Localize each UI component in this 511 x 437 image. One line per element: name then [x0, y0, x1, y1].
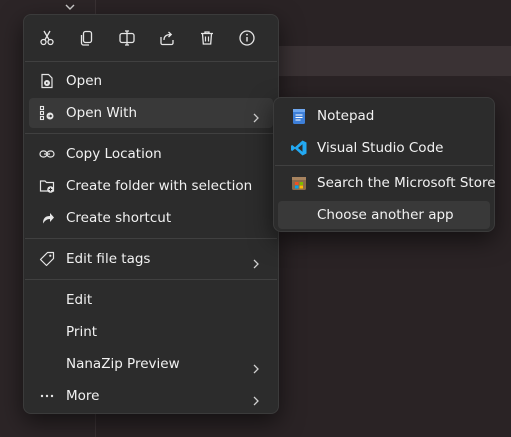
context-toolbar — [24, 15, 278, 61]
trash-icon — [201, 31, 213, 45]
open-with-menu-item[interactable]: Open With — [29, 98, 273, 128]
context-menu: Open Open With Copy Location Create fold… — [23, 14, 279, 414]
nanazip-label: NanaZip Preview — [66, 356, 180, 372]
rename-button[interactable] — [112, 23, 142, 53]
microsoft-store-menu-item[interactable]: Search the Microsoft Store — [278, 169, 496, 197]
scissors-icon — [40, 30, 54, 46]
chevron-down-icon — [63, 0, 77, 14]
vscode-icon — [290, 139, 308, 157]
copy-location-menu-item[interactable]: Copy Location — [29, 139, 273, 169]
separator — [25, 61, 277, 62]
store-icon — [290, 174, 308, 192]
separator — [25, 238, 277, 239]
create-folder-label: Create folder with selection — [66, 178, 253, 194]
link-icon — [39, 146, 55, 162]
vscode-label: Visual Studio Code — [317, 140, 444, 156]
create-folder-menu-item[interactable]: Create folder with selection — [29, 171, 273, 201]
separator — [275, 165, 493, 166]
info-icon — [239, 30, 255, 46]
choose-another-app-menu-item[interactable]: Choose another app — [278, 201, 490, 229]
edit-label: Edit — [66, 292, 93, 308]
edit-file-tags-label: Edit file tags — [66, 251, 151, 267]
copy-location-label: Copy Location — [66, 146, 162, 162]
open-label: Open — [66, 73, 103, 89]
open-with-label: Open With — [66, 105, 138, 121]
ellipsis-icon — [39, 388, 55, 404]
print-menu-item[interactable]: Print — [29, 317, 273, 347]
open-with-icon — [39, 105, 55, 121]
separator — [25, 133, 277, 134]
share-button[interactable] — [152, 23, 182, 53]
notepad-icon — [290, 107, 308, 125]
create-shortcut-label: Create shortcut — [66, 210, 172, 226]
open-file-icon — [39, 73, 55, 89]
create-shortcut-menu-item[interactable]: Create shortcut — [29, 203, 273, 233]
delete-button[interactable] — [192, 23, 222, 53]
vscode-menu-item[interactable]: Visual Studio Code — [278, 134, 490, 162]
open-with-submenu: Notepad Visual Studio Code Search the Mi… — [273, 97, 496, 232]
rename-icon — [119, 30, 135, 46]
chevron-right-icon — [251, 108, 261, 123]
edit-file-tags-menu-item[interactable]: Edit file tags — [29, 244, 273, 274]
chevron-right-icon — [251, 391, 261, 406]
nanazip-menu-item[interactable]: NanaZip Preview — [29, 349, 273, 379]
cut-button[interactable] — [32, 23, 62, 53]
separator — [25, 279, 277, 280]
choose-another-app-label: Choose another app — [317, 207, 454, 223]
copy-icon — [80, 30, 93, 46]
edit-menu-item[interactable]: Edit — [29, 285, 273, 315]
share-icon — [160, 31, 174, 46]
chevron-right-icon — [251, 254, 261, 269]
tag-icon — [39, 251, 55, 267]
shortcut-icon — [39, 210, 55, 226]
chevron-right-icon — [251, 359, 261, 374]
properties-button[interactable] — [232, 23, 262, 53]
notepad-menu-item[interactable]: Notepad — [278, 102, 490, 130]
more-menu-item[interactable]: More — [29, 381, 273, 411]
folder-add-icon — [39, 178, 55, 194]
more-label: More — [66, 388, 100, 404]
copy-button[interactable] — [72, 23, 102, 53]
open-menu-item[interactable]: Open — [29, 66, 273, 96]
print-label: Print — [66, 324, 98, 340]
notepad-label: Notepad — [317, 108, 375, 124]
microsoft-store-label: Search the Microsoft Store — [317, 175, 496, 191]
